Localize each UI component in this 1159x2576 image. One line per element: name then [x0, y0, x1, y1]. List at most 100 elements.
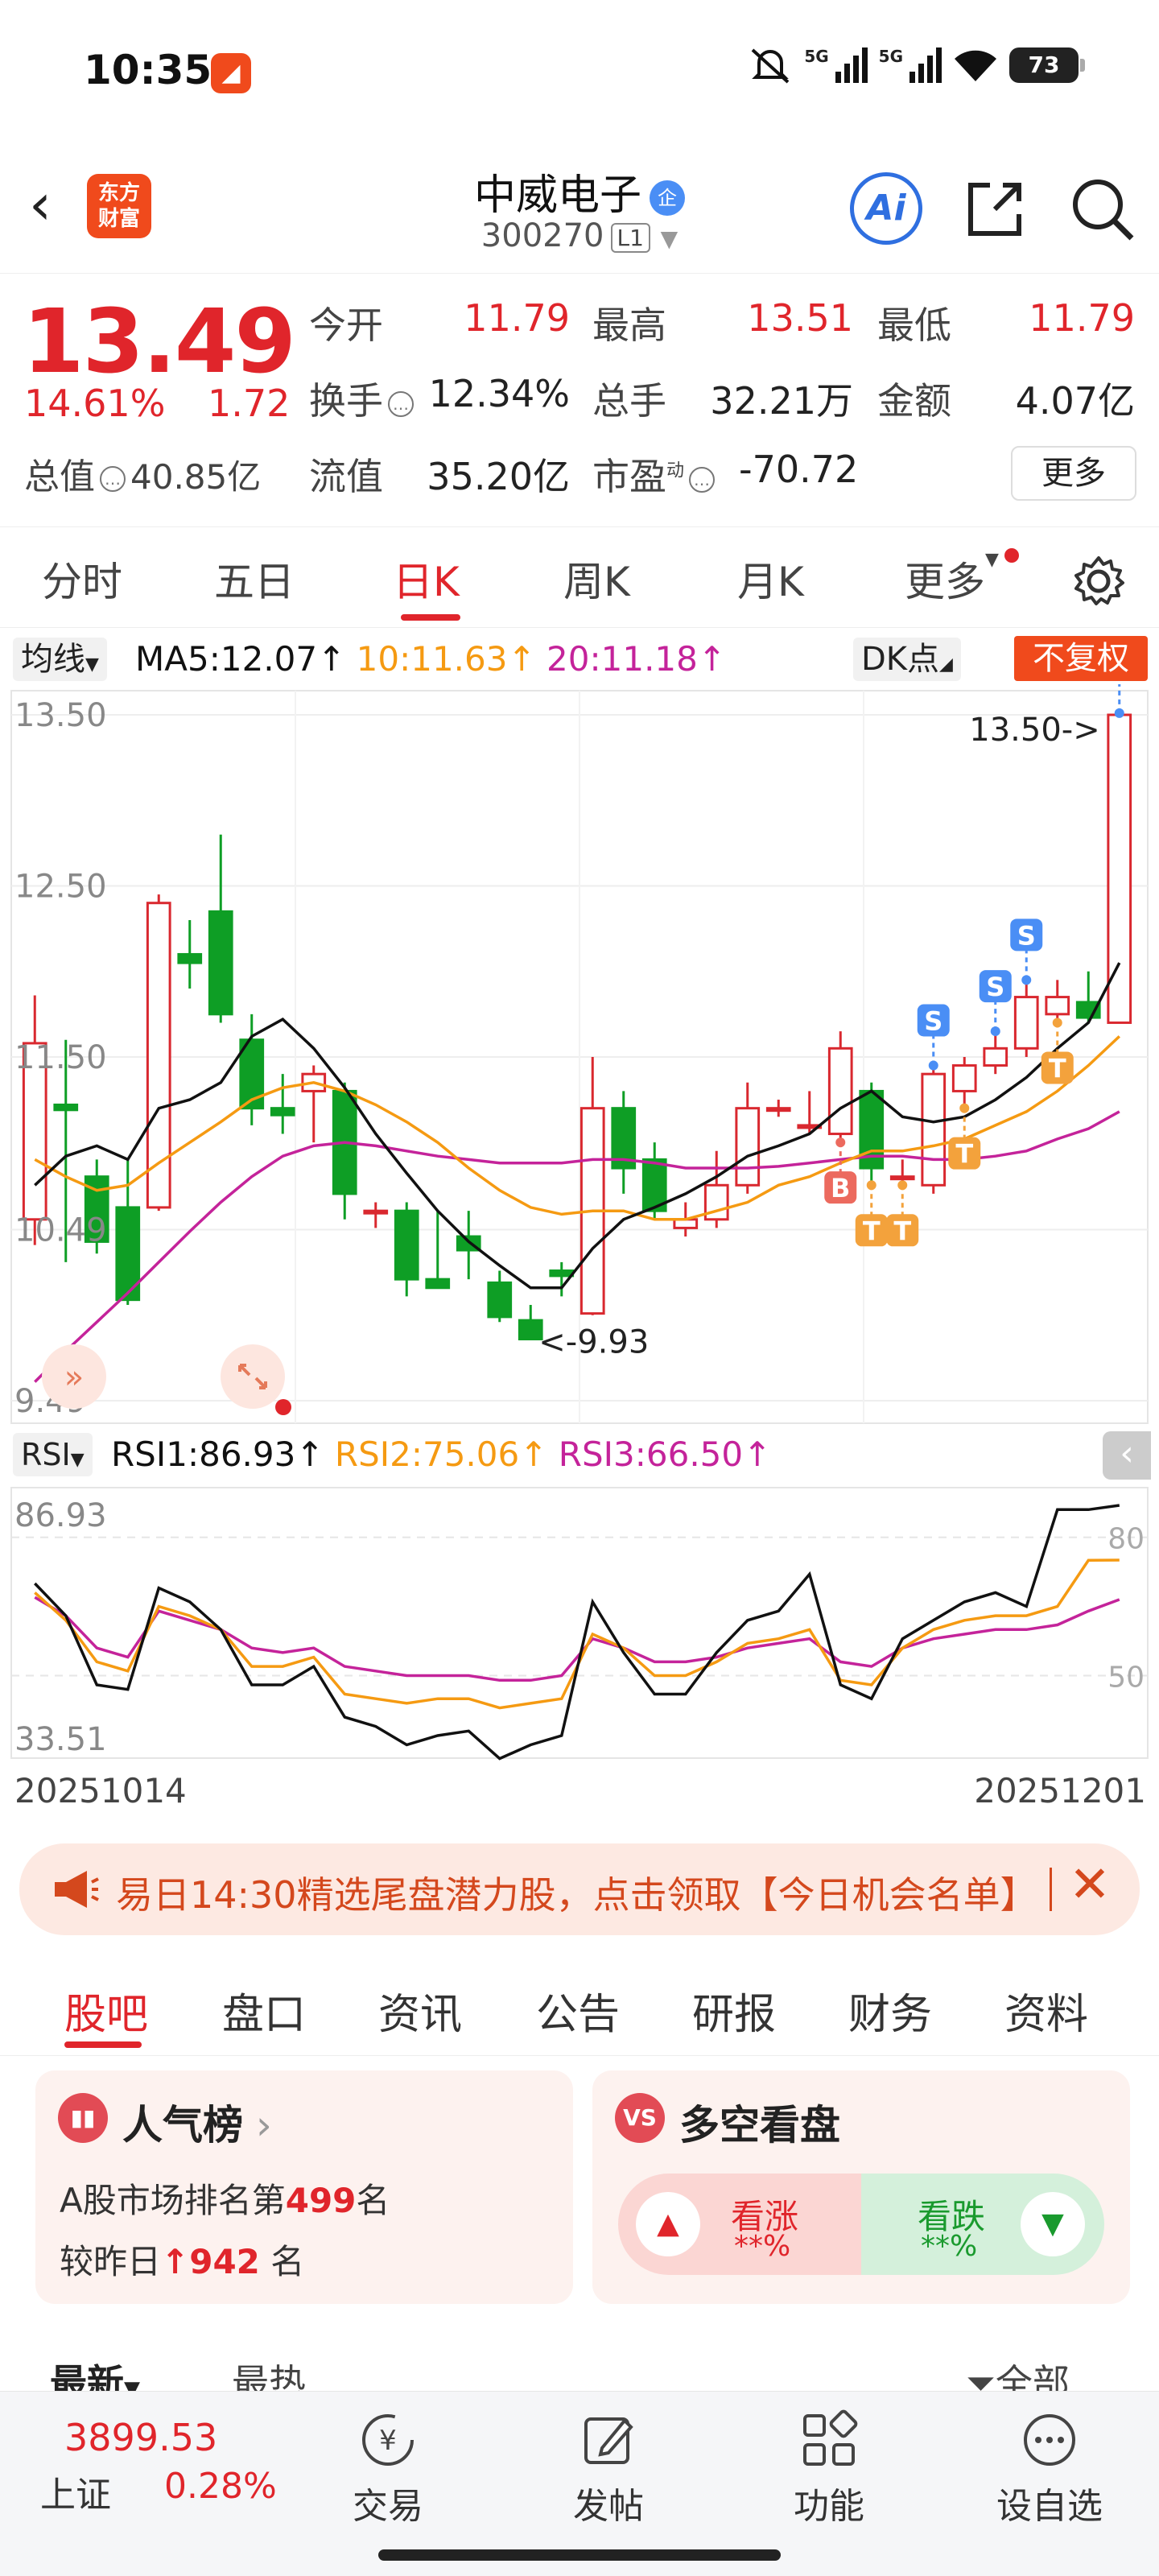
adjustment-button[interactable]: 不复权: [1014, 636, 1148, 681]
nav-trade[interactable]: ¥ 交易: [324, 2409, 452, 2529]
stock-name: 中威电子: [473, 171, 641, 220]
popularity-card[interactable]: ▮▮ 人气榜 › A股市场排名第499名 较昨日↑942 名: [35, 2070, 573, 2304]
promo-banner[interactable]: 易日14:30精选尾盘潜力股，点击领取【今日机会名单】 ✕: [19, 1843, 1140, 1935]
info-icon[interactable]: …: [100, 466, 126, 492]
vote-bearish-button[interactable]: 看跌 **% ▼: [861, 2174, 1104, 2275]
candle-body: [53, 1103, 79, 1112]
tab-order-book[interactable]: 盘口: [222, 1980, 306, 2041]
tab-financials[interactable]: 财务: [848, 1980, 932, 2041]
tab-news[interactable]: 资讯: [378, 1980, 462, 2041]
ma5-value: MA5:12.07↑: [135, 639, 346, 679]
status-icons: 5G 5G 73: [748, 47, 1085, 84]
end-date: 20251201: [974, 1771, 1146, 1810]
candle-body: [208, 910, 233, 1016]
indicator-selector[interactable]: 均线▼: [13, 638, 107, 681]
info-icon[interactable]: …: [689, 466, 716, 493]
date-axis: 20251014 20251201: [0, 1768, 1159, 1816]
signal-dot: [990, 1026, 1000, 1037]
high-value: 13.51: [747, 296, 853, 340]
status-bar: 10:35 ◢ 5G 5G 73: [0, 0, 1159, 145]
tab-weekly-k[interactable]: 周K: [563, 550, 630, 608]
bar-chart-icon: ▮▮: [58, 2093, 108, 2143]
bull-bear-card: VS 多空看盘 ▲ 看涨 **% 看跌 **% ▼: [592, 2070, 1130, 2304]
rsi-selector[interactable]: RSI▼: [13, 1433, 93, 1476]
pe-value: -70.72: [739, 448, 859, 491]
tab-profile[interactable]: 资料: [1004, 1980, 1088, 2041]
sort-row: 最新▼ 最热 ⏷全部: [0, 2343, 1159, 2405]
chevron-down-icon: ▼: [660, 225, 678, 252]
candle-body: [1045, 996, 1070, 1016]
index-value[interactable]: 3899.53: [64, 2416, 217, 2459]
rank-line: A股市场排名第499名: [60, 2174, 390, 2223]
close-icon[interactable]: ✕: [1069, 1855, 1111, 1913]
more-button[interactable]: 更多: [1011, 446, 1136, 501]
wifi-icon: [955, 50, 996, 81]
nav-post[interactable]: 发帖: [544, 2409, 673, 2529]
y-tick-label: 11.50: [14, 1039, 107, 1076]
indicator-selector-label: 均线: [21, 641, 85, 678]
svg-text:¥: ¥: [379, 2425, 397, 2457]
signal-label: T: [863, 1216, 881, 1246]
candle-body: [983, 1046, 1008, 1067]
nav-functions-label: 功能: [794, 2486, 864, 2527]
arrow-down-icon: ▼: [1021, 2192, 1085, 2256]
nav-watchlist-label: 设自选: [996, 2486, 1103, 2527]
nav-watchlist[interactable]: 设自选: [985, 2409, 1114, 2529]
vote-bullish-button[interactable]: ▲ 看涨 **%: [618, 2174, 861, 2275]
signal-label: B: [831, 1173, 850, 1203]
dk-point-selector[interactable]: DK点◢: [853, 638, 961, 681]
nav-functions[interactable]: 功能: [765, 2409, 893, 2529]
expand-left-icon[interactable]: »: [42, 1344, 106, 1409]
market-cap-value: 40.85亿: [130, 457, 262, 497]
signal-label: S: [924, 1006, 942, 1037]
tab-intraday[interactable]: 分时: [42, 550, 122, 608]
nav-trade-label: 交易: [353, 2486, 423, 2527]
search-icon[interactable]: [1066, 172, 1138, 245]
grid-icon: [803, 2409, 858, 2466]
popularity-title: 人气榜 ›: [122, 2093, 272, 2151]
tab-monthly-k[interactable]: 月K: [737, 550, 804, 608]
info-icon[interactable]: …: [388, 390, 414, 417]
gear-icon[interactable]: [1070, 553, 1127, 609]
ma10-value: 10:11.63↑: [356, 639, 536, 679]
content-tabs: 股吧 盘口 资讯 公告 研报 财务 资料: [0, 1951, 1159, 2056]
candle-body: [394, 1209, 419, 1281]
candle-body: [1013, 996, 1039, 1050]
index-percent: 0.28%: [164, 2466, 277, 2507]
arrow-up-icon: ↑: [161, 2242, 190, 2281]
start-date: 20251014: [14, 1771, 187, 1810]
pe-label-text: 市盈: [592, 455, 666, 498]
tab-forum[interactable]: 股吧: [64, 1980, 148, 2041]
signal-icon-1: [835, 47, 868, 83]
kline-chart[interactable]: BTTSTSSTS 13.5012.5011.5010.499.4913.50-…: [0, 684, 1159, 1430]
arrow-up-icon: ▲: [636, 2192, 700, 2256]
index-name[interactable]: 上证: [40, 2466, 111, 2517]
popularity-title-text: 人气榜: [122, 2102, 243, 2149]
vote-bar: ▲ 看涨 **% 看跌 **% ▼: [618, 2174, 1104, 2275]
rsi-level-label: 50: [1107, 1662, 1145, 1695]
rsi-level-label: 80: [1107, 1523, 1145, 1556]
share-icon[interactable]: [963, 177, 1027, 242]
rsi3-value: RSI3:66.50↑: [558, 1435, 772, 1474]
signal-dot: [897, 1180, 908, 1191]
signal-icon-2: [909, 47, 942, 83]
ai-assistant-icon[interactable]: Ai: [850, 172, 922, 245]
bottom-nav: 3899.53 上证 0.28% ¥ 交易 发帖 功能 设自选: [0, 2391, 1159, 2576]
candle-body: [363, 1209, 389, 1215]
tab-research[interactable]: 研报: [692, 1980, 776, 2041]
signal-dot: [835, 1137, 846, 1148]
candle-body: [921, 1072, 947, 1187]
tab-more[interactable]: 更多▼: [905, 550, 999, 608]
rsi-chart[interactable]: 86.93 33.51 80 50: [0, 1481, 1159, 1763]
tab-five-day[interactable]: 五日: [214, 550, 295, 608]
bearish-percent: **%: [921, 2230, 978, 2263]
collapse-panel-icon[interactable]: ‹: [1103, 1431, 1151, 1480]
rank-change-value: 942: [189, 2242, 260, 2281]
candle-body: [177, 952, 203, 964]
tab-announcements[interactable]: 公告: [536, 1980, 620, 2041]
candle-body: [951, 1064, 977, 1092]
tab-daily-k[interactable]: 日K: [393, 550, 460, 608]
float-value: 35.20亿: [427, 455, 570, 498]
vs-icon: VS: [615, 2093, 665, 2143]
dropdown-icon: ▼: [85, 654, 99, 675]
